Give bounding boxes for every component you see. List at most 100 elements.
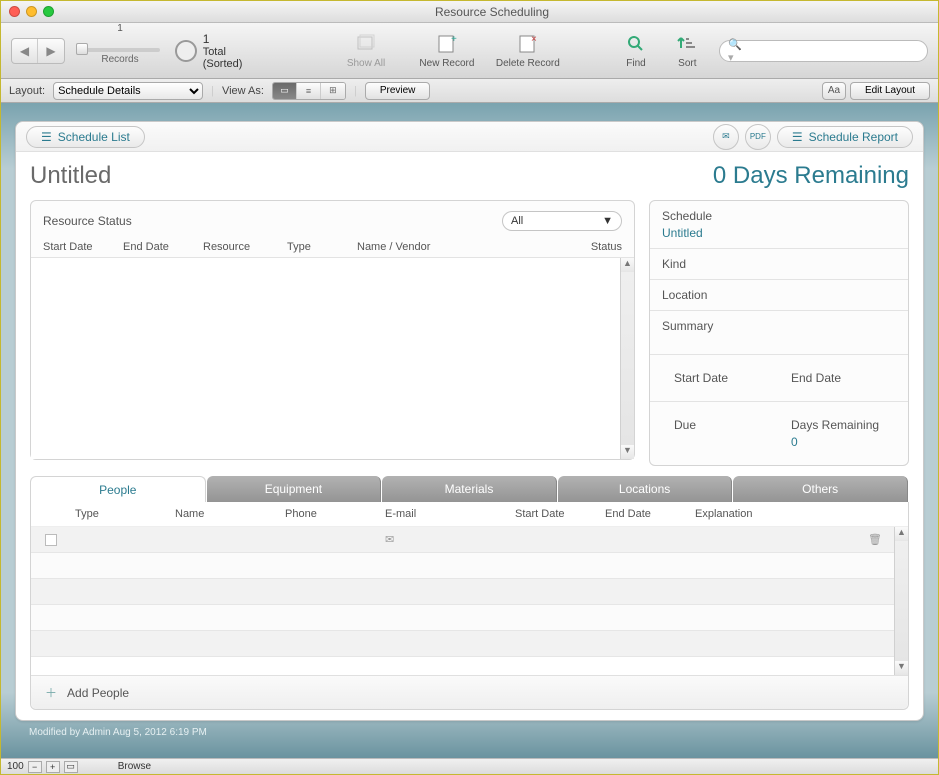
resource-status-label: Resource Status [43,214,132,228]
pcol-start-date[interactable]: Start Date [515,508,605,520]
schedule-report-button[interactable]: ☰ Schedule Report [777,126,913,148]
col-end-date[interactable]: End Date [123,241,203,253]
col-start-date[interactable]: Start Date [43,241,123,253]
zoom-fit-button[interactable]: ▭ [64,761,78,773]
col-resource[interactable]: Resource [203,241,287,253]
table-row[interactable] [31,553,908,579]
zoom-controls: 100 − + ▭ [7,761,78,773]
sort-button[interactable]: Sort [668,32,707,69]
sub-toolbar: Layout: Schedule Details | View As: ▭ ≡ … [1,79,938,103]
due-fields: Due Days Remaining 0 [650,402,908,465]
pcol-name[interactable]: Name [175,508,285,520]
svg-text:×: × [531,34,537,45]
kind-label: Kind [662,257,896,271]
show-all-button[interactable]: Show All [332,32,401,69]
summary-label: Summary [662,319,896,333]
main-toolbar: ◀ ▶ 1 Records 1 Total (Sorted) Show All … [1,23,938,79]
tab-locations[interactable]: Locations [558,476,733,502]
tab-others[interactable]: Others [733,476,908,502]
col-type[interactable]: Type [287,241,357,253]
status-filter-dropdown[interactable]: All ▼ [502,211,622,231]
tab-equipment[interactable]: Equipment [207,476,382,502]
slider-handle-icon[interactable] [76,43,88,55]
zoom-out-button[interactable]: − [28,761,42,773]
search-input[interactable] [749,45,919,57]
col-status[interactable]: Status [572,241,622,253]
records-label: Records [101,54,138,65]
table-row[interactable] [31,579,908,605]
trash-icon[interactable]: 🗑 [868,533,894,546]
search-icon: 🔍▾ [728,38,745,64]
pcol-phone[interactable]: Phone [285,508,385,520]
schedule-details-panel: Schedule Untitled Kind Location Summary … [649,200,909,466]
view-form-button[interactable]: ▭ [273,83,297,99]
next-record-button[interactable]: ▶ [38,39,64,63]
due-field[interactable]: Due [662,410,779,457]
new-record-icon: + [435,32,459,56]
magnifier-icon [624,32,648,56]
zoom-in-button[interactable]: + [46,761,60,773]
plus-icon: ＋ [45,684,57,701]
find-button[interactable]: Find [616,32,655,69]
summary-field[interactable]: Summary [650,311,908,355]
kind-field[interactable]: Kind [650,249,908,280]
scroll-down-icon[interactable]: ▼ [895,661,908,675]
layout-select[interactable]: Schedule Details [53,82,203,100]
sort-icon [675,32,699,56]
scroll-up-icon[interactable]: ▲ [621,258,634,272]
tab-materials[interactable]: Materials [382,476,557,502]
pcol-email[interactable]: E-mail [385,508,515,520]
pie-chart-icon[interactable] [175,40,197,62]
pcol-type[interactable]: Type [75,508,175,520]
card-header: ☰ Schedule List ✉ PDF ☰ Schedule Report [16,122,923,152]
prev-record-button[interactable]: ◀ [12,39,38,63]
scrollbar[interactable]: ▲ ▼ [620,258,634,459]
maximize-icon[interactable] [43,6,54,17]
scroll-down-icon[interactable]: ▼ [621,445,634,459]
pcol-explanation[interactable]: Explanation [695,508,868,520]
edit-layout-button[interactable]: Edit Layout [850,82,930,100]
resource-status-panel: Resource Status All ▼ Start Date End Dat… [30,200,635,460]
schedule-list-button[interactable]: ☰ Schedule List [26,126,145,148]
date-fields: Start Date End Date [650,355,908,402]
add-people-button[interactable]: ＋ Add People [31,675,908,709]
record-slider[interactable] [77,48,163,52]
list-icon: ☰ [41,130,52,144]
text-format-button[interactable]: Aa [822,82,846,100]
start-date-field[interactable]: Start Date [662,363,779,393]
view-as-label: View As: [222,85,264,97]
scroll-up-icon[interactable]: ▲ [895,527,908,541]
end-date-field[interactable]: End Date [779,363,896,393]
resource-table-body: ▲ ▼ [31,258,634,459]
view-list-button[interactable]: ≡ [297,83,321,99]
scrollbar[interactable]: ▲ ▼ [894,527,908,675]
location-field[interactable]: Location [650,280,908,311]
schedule-value[interactable]: Untitled [662,226,896,240]
upper-panels: Resource Status All ▼ Start Date End Dat… [16,194,923,476]
resource-status-header: Resource Status All ▼ [31,201,634,237]
email-button[interactable]: ✉ [713,124,739,150]
view-table-button[interactable]: ⊞ [321,83,345,99]
resource-table-header: Start Date End Date Resource Type Name /… [31,237,634,258]
delete-record-button[interactable]: × Delete Record [493,32,562,69]
stack-icon [354,32,378,56]
new-record-button[interactable]: + New Record [412,32,481,69]
pdf-button[interactable]: PDF [745,124,771,150]
pcol-end-date[interactable]: End Date [605,508,695,520]
col-name-vendor[interactable]: Name / Vendor [357,241,572,253]
row-checkbox[interactable] [45,534,57,546]
table-row[interactable] [31,605,908,631]
record-number: 1 [117,23,123,34]
table-row[interactable] [31,631,908,657]
schedule-field: Schedule Untitled [650,201,908,249]
zoom-level: 100 [7,761,24,772]
preview-button[interactable]: Preview [365,82,431,100]
tab-people[interactable]: People [30,476,206,502]
view-toggle: ▭ ≡ ⊞ [272,82,346,100]
days-remaining-display: 0 Days Remaining [713,162,909,190]
minimize-icon[interactable] [26,6,37,17]
table-row[interactable]: ✉ 🗑 [31,527,908,553]
close-icon[interactable] [9,6,20,17]
search-field[interactable]: 🔍▾ [719,40,928,62]
envelope-icon[interactable]: ✉ [385,533,515,546]
